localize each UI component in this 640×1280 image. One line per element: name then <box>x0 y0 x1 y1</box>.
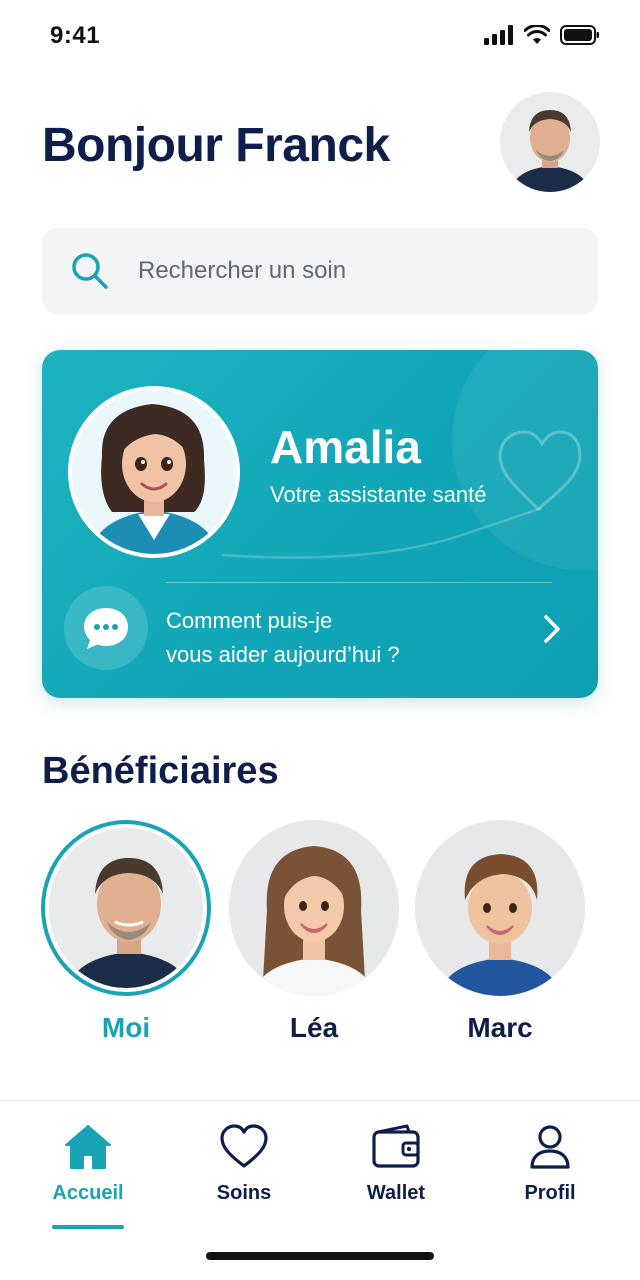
search-bar[interactable] <box>42 228 598 314</box>
beneficiary-avatar <box>415 820 585 996</box>
boy-portrait-image <box>415 820 585 996</box>
beneficiary-marc[interactable]: Marc <box>412 820 588 1044</box>
nav-item-wallet[interactable]: Wallet <box>336 1123 456 1205</box>
beneficiary-avatar <box>41 820 211 996</box>
man-portrait-image <box>500 92 600 192</box>
man-portrait-image <box>49 828 203 988</box>
beneficiary-name: Moi <box>101 1012 151 1043</box>
beneficiary-lea[interactable]: Léa <box>226 820 402 1044</box>
girl-portrait-image <box>229 820 399 996</box>
wallet-icon <box>372 1124 420 1168</box>
battery-icon <box>560 25 599 45</box>
status-icons <box>484 25 600 45</box>
nav-label: Wallet <box>366 1182 426 1204</box>
user-icon <box>530 1125 570 1169</box>
wifi-icon <box>524 25 550 44</box>
beneficiary-moi[interactable]: Moi <box>38 820 214 1044</box>
beneficiary-name: Marc <box>467 1012 533 1043</box>
beneficiary-avatar <box>229 820 399 996</box>
heart-icon <box>220 1124 268 1168</box>
chevron-right-icon[interactable] <box>542 614 562 644</box>
section-title-beneficiaries: Bénéficiaires <box>42 750 279 792</box>
assistant-role: Votre assistante santé <box>270 482 487 507</box>
page-title: Bonjour Franck <box>42 119 390 172</box>
nav-label: Profil <box>524 1182 576 1204</box>
nav-label: Accueil <box>52 1182 124 1204</box>
beneficiary-name: Léa <box>289 1012 339 1043</box>
home-screen: 9:41 Bonjour Franck Rechercher un soin A… <box>0 0 640 1280</box>
home-indicator[interactable] <box>206 1252 434 1260</box>
user-avatar[interactable] <box>500 92 600 192</box>
assistant-card[interactable]: Amalia Votre assistante santé Comment pu… <box>42 350 598 698</box>
nav-label: Soins <box>216 1182 272 1204</box>
assistant-prompt-line-2: vous aider aujourd’hui ? <box>166 642 400 667</box>
home-icon <box>65 1125 111 1169</box>
active-tab-indicator <box>52 1225 124 1229</box>
search-icon <box>68 249 112 293</box>
assistant-prompt-line-1: Comment puis-je <box>166 608 333 633</box>
nav-item-soins[interactable]: Soins <box>184 1123 304 1205</box>
assistant-name: Amalia <box>270 421 421 473</box>
card-divider <box>166 582 552 583</box>
assistant-prompt[interactable]: Comment puis-je vous aider aujourd’hui ? <box>166 604 506 672</box>
status-bar: 9:41 <box>0 0 640 74</box>
assistant-portrait-image <box>72 390 236 554</box>
nav-item-accueil[interactable]: Accueil <box>28 1123 148 1205</box>
status-time: 9:41 <box>50 22 101 49</box>
signal-icon <box>484 25 513 45</box>
assistant-avatar <box>68 386 240 558</box>
nav-item-profil[interactable]: Profil <box>490 1123 610 1205</box>
search-input[interactable] <box>138 257 518 285</box>
chat-bubble-icon <box>64 586 148 670</box>
